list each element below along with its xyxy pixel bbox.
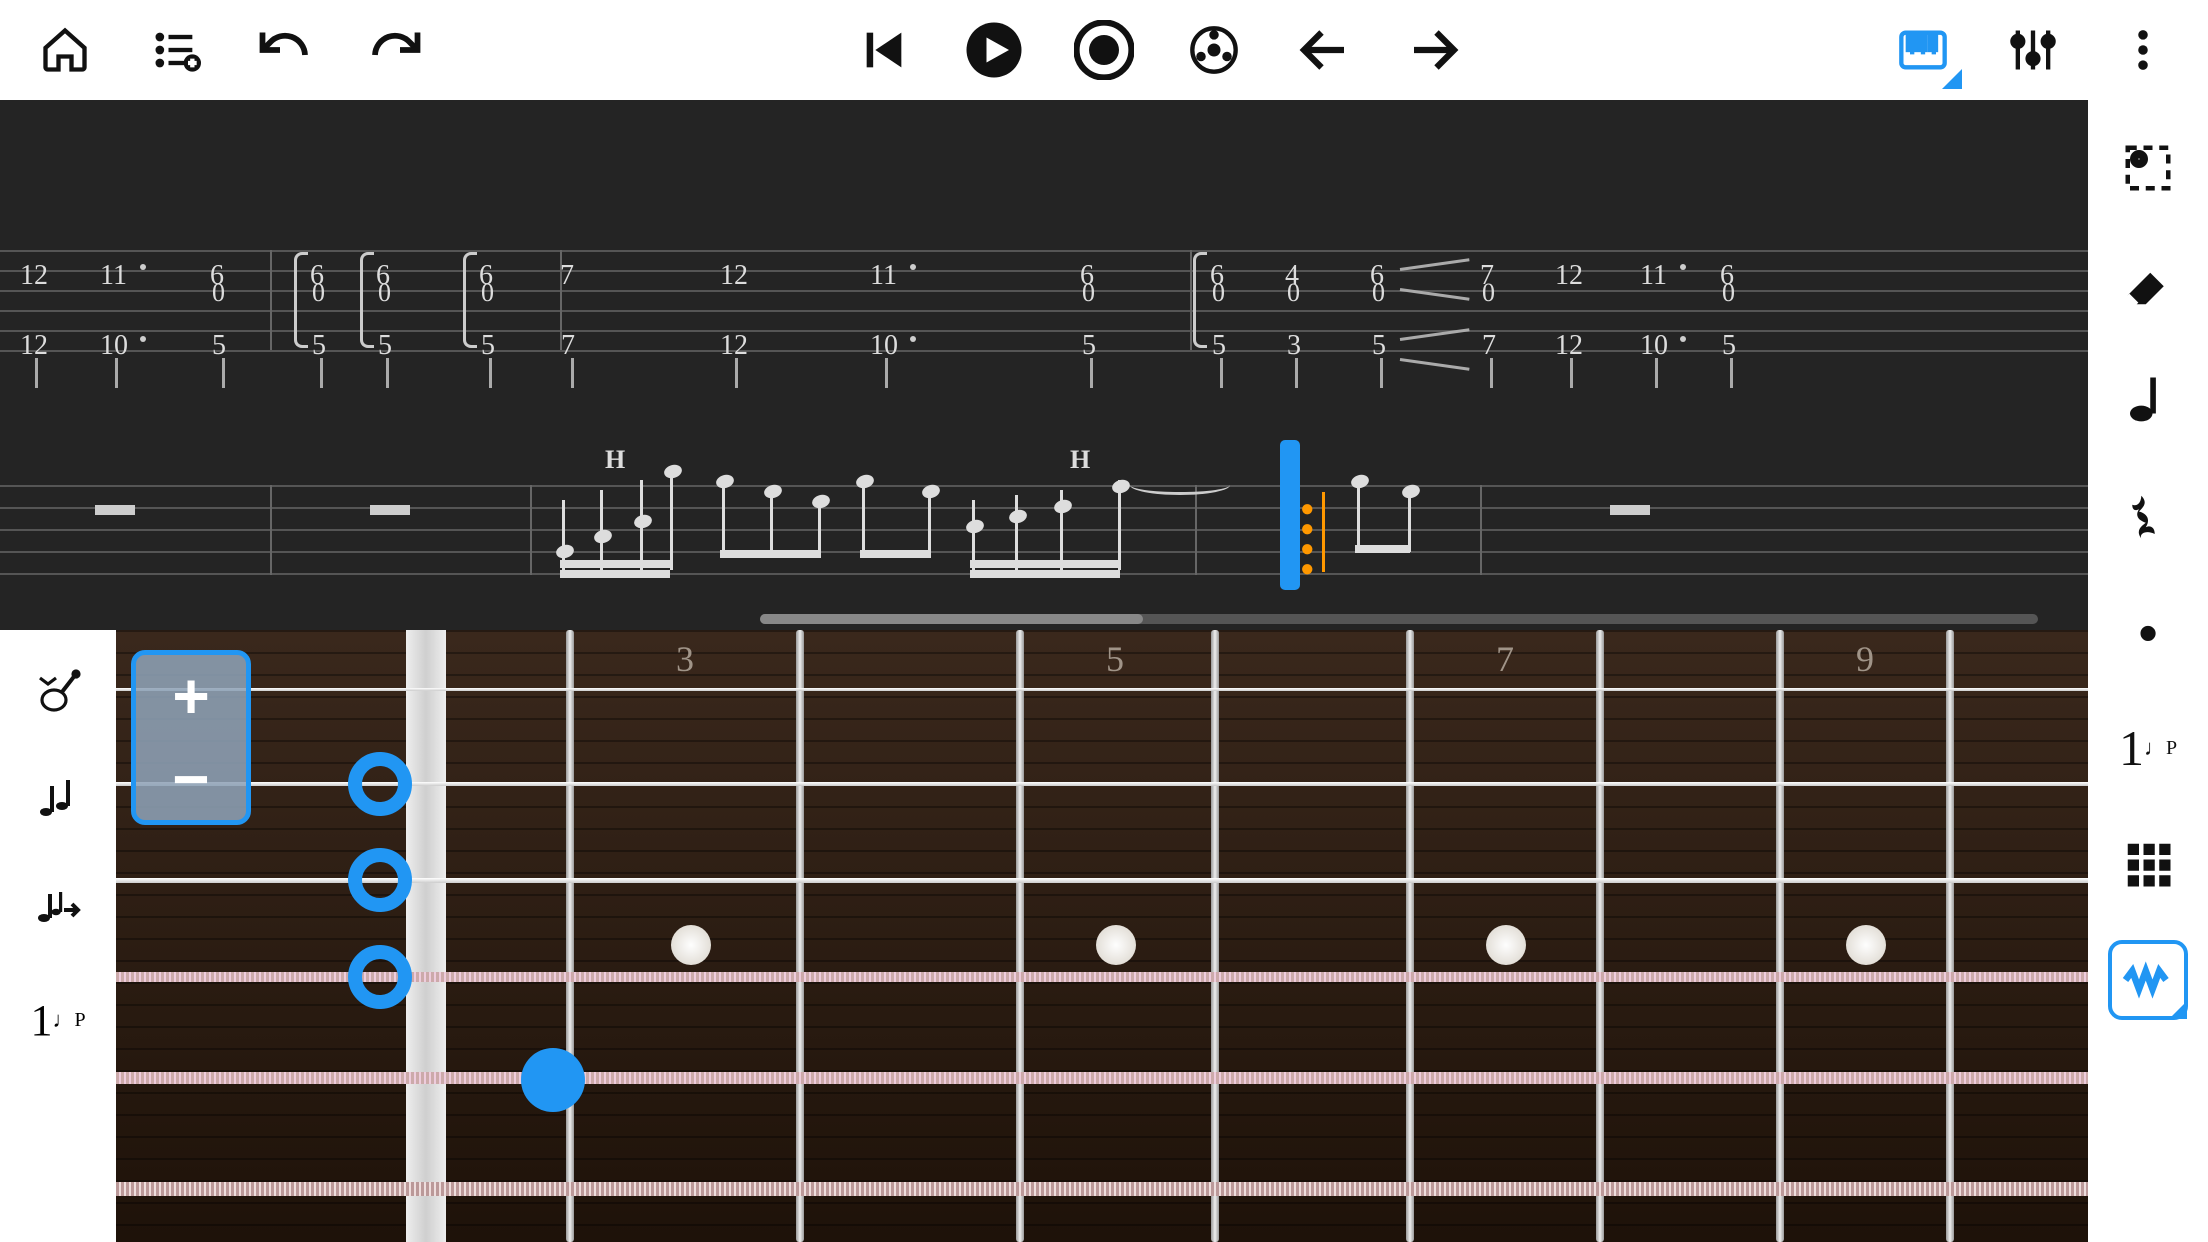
fretboard[interactable]: 3 5 7 9 + − bbox=[116, 630, 2088, 1242]
tab-fret[interactable]: 11 bbox=[100, 260, 127, 292]
tab-fret[interactable]: 7 bbox=[560, 260, 574, 292]
fret-inlay bbox=[671, 925, 711, 965]
note-duration-button[interactable] bbox=[2108, 360, 2188, 440]
undo-button[interactable] bbox=[250, 15, 320, 85]
fret-inlay bbox=[1846, 925, 1886, 965]
tab-fret[interactable]: 0 bbox=[212, 278, 225, 308]
tab-fret[interactable]: 12 bbox=[1555, 330, 1583, 362]
tab-fret[interactable]: 7 bbox=[1482, 330, 1496, 362]
tab-fret[interactable]: 0 bbox=[481, 278, 494, 308]
grid-button[interactable] bbox=[2108, 824, 2188, 904]
right-toolbar: • 1♩P bbox=[2088, 100, 2208, 1242]
tab-fret[interactable]: 10 bbox=[1640, 330, 1668, 362]
tab-fret[interactable]: 12 bbox=[20, 260, 48, 292]
tab-fret[interactable]: 12 bbox=[720, 260, 748, 292]
hammer-on-mark: H bbox=[1070, 445, 1090, 475]
voice-button[interactable]: 1♩P bbox=[2108, 708, 2188, 788]
home-button[interactable] bbox=[30, 15, 100, 85]
chord-advance-button[interactable] bbox=[23, 875, 93, 945]
tab-fret[interactable]: 0 bbox=[1372, 278, 1385, 308]
tab-fret[interactable]: 12 bbox=[720, 330, 748, 362]
tab-fret[interactable]: 5 bbox=[481, 330, 495, 362]
voice-number: 1 bbox=[30, 995, 52, 1046]
play-button[interactable] bbox=[959, 15, 1029, 85]
zoom-out-button[interactable]: − bbox=[172, 747, 209, 811]
tab-fret[interactable]: 0 bbox=[312, 278, 325, 308]
zoom-in-button[interactable]: + bbox=[172, 664, 209, 728]
rest-button[interactable] bbox=[2108, 476, 2188, 556]
next-note-button[interactable] bbox=[1399, 15, 1469, 85]
record-button[interactable] bbox=[1069, 15, 1139, 85]
tab-fret[interactable]: 5 bbox=[1212, 330, 1226, 362]
fret-label: 3 bbox=[676, 638, 694, 680]
tab-fret[interactable]: 12 bbox=[1555, 260, 1583, 292]
fretboard-panel: 1♩P 3 5 7 9 bbox=[0, 630, 2088, 1242]
fret-inlay bbox=[1096, 925, 1136, 965]
tab-fret[interactable]: 12 bbox=[20, 330, 48, 362]
tab-fret[interactable]: 5 bbox=[378, 330, 392, 362]
selection-tool-button[interactable] bbox=[2108, 128, 2188, 208]
eraser-button[interactable] bbox=[2108, 244, 2188, 324]
playhead[interactable] bbox=[1280, 440, 1300, 590]
piano-view-button[interactable] bbox=[1888, 15, 1958, 85]
hammer-on-mark: H bbox=[605, 445, 625, 475]
tab-fret[interactable]: 0 bbox=[1482, 278, 1495, 308]
fretboard-left-tools: 1♩P bbox=[0, 630, 116, 1242]
tab-fret[interactable]: 5 bbox=[1372, 330, 1386, 362]
tab-fret[interactable]: 0 bbox=[1287, 278, 1300, 308]
fret-label: 5 bbox=[1106, 638, 1124, 680]
chord-tool-button[interactable] bbox=[23, 765, 93, 835]
more-button[interactable] bbox=[2108, 15, 2178, 85]
tab-fret[interactable]: 10 bbox=[870, 330, 898, 362]
tab-fret[interactable]: 0 bbox=[1082, 278, 1095, 308]
mixer-button[interactable] bbox=[1998, 15, 2068, 85]
tab-fret[interactable]: 5 bbox=[1082, 330, 1096, 362]
tab-fret[interactable]: 0 bbox=[1212, 278, 1225, 308]
tab-fret[interactable]: 0 bbox=[1722, 278, 1735, 308]
voice-selector[interactable]: 1♩P bbox=[23, 985, 93, 1055]
tab-fret[interactable]: 11 bbox=[1640, 260, 1667, 292]
dot-button[interactable]: • bbox=[2108, 592, 2188, 672]
voice-number: 1 bbox=[2119, 719, 2144, 777]
fretboard-zoom: + − bbox=[131, 650, 251, 825]
prev-note-button[interactable] bbox=[1289, 15, 1359, 85]
nut bbox=[406, 630, 446, 1242]
fret-label: 9 bbox=[1856, 638, 1874, 680]
tab-fret[interactable]: 5 bbox=[1722, 330, 1736, 362]
tab-fret[interactable]: 0 bbox=[378, 278, 391, 308]
top-toolbar bbox=[0, 0, 2208, 100]
tab-fret[interactable]: 5 bbox=[312, 330, 326, 362]
redo-button[interactable] bbox=[360, 15, 430, 85]
fret-label: 7 bbox=[1496, 638, 1514, 680]
score-view[interactable]: 12 11 6 6 6 6 7 12 11 6 6 4 6 7 12 11 6 … bbox=[0, 100, 2088, 630]
score-scrollbar[interactable] bbox=[760, 614, 2038, 624]
fret-inlay bbox=[1486, 925, 1526, 965]
tab-fret[interactable]: 10 bbox=[100, 330, 128, 362]
effects-button[interactable] bbox=[2108, 940, 2188, 1020]
skip-start-button[interactable] bbox=[849, 15, 919, 85]
tab-fret[interactable]: 11 bbox=[870, 260, 897, 292]
tab-fret[interactable]: 3 bbox=[1287, 330, 1301, 362]
tracks-button[interactable] bbox=[140, 15, 210, 85]
instrument-button[interactable] bbox=[23, 655, 93, 725]
tempo-button[interactable] bbox=[1179, 15, 1249, 85]
